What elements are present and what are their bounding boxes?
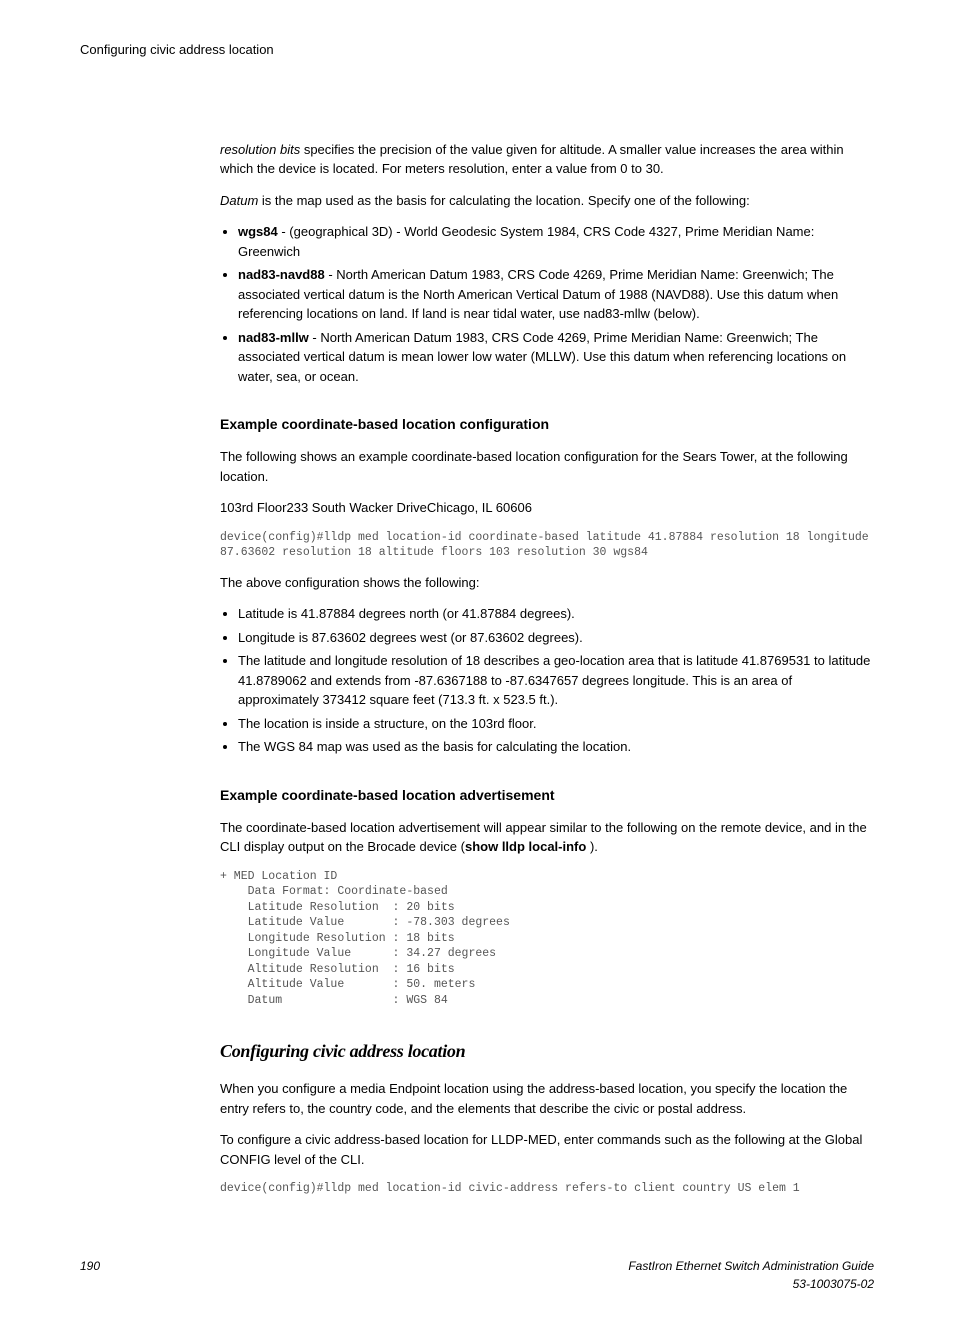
paragraph-resolution-bits: resolution bits specifies the precision … [220,140,874,179]
paragraph: The coordinate-based location advertisem… [220,818,874,857]
list-item: Latitude is 41.87884 degrees north (or 4… [238,604,874,624]
bullet-bold: nad83-navd88 [238,267,325,282]
list-item: wgs84 - (geographical 3D) - World Geodes… [238,222,874,261]
paragraph: The following shows an example coordinat… [220,447,874,486]
page-footer: 190 FastIron Ethernet Switch Administrat… [80,1257,874,1293]
list-item: Longitude is 87.63602 degrees west (or 8… [238,628,874,648]
term-resolution-bits: resolution bits [220,142,300,157]
page-number: 190 [80,1257,100,1293]
datum-list: wgs84 - (geographical 3D) - World Geodes… [220,222,874,386]
doc-title: FastIron Ethernet Switch Administration … [628,1257,874,1275]
list-item: The location is inside a structure, on t… [238,714,874,734]
code-block-civic: device(config)#lldp med location-id civi… [220,1181,874,1197]
paragraph: The above configuration shows the follow… [220,573,874,593]
section-heading-civic: Configuring civic address location [220,1038,874,1065]
paragraph: When you configure a media Endpoint loca… [220,1079,874,1118]
page-header: Configuring civic address location [80,40,874,60]
bullet-bold: nad83-mllw [238,330,309,345]
paragraph-datum: Datum is the map used as the basis for c… [220,191,874,211]
code-block-output: + MED Location ID Data Format: Coordinat… [220,869,874,1009]
footer-right: FastIron Ethernet Switch Administration … [628,1257,874,1293]
bullet-text: - North American Datum 1983, CRS Code 42… [238,330,846,384]
subheading-example-advert: Example coordinate-based location advert… [220,785,874,806]
text: specifies the precision of the value giv… [220,142,844,177]
list-item: The WGS 84 map was used as the basis for… [238,737,874,757]
paragraph-address: 103rd Floor233 South Wacker DriveChicago… [220,498,874,518]
bullet-text: - North American Datum 1983, CRS Code 42… [238,267,838,321]
list-item: nad83-navd88 - North American Datum 1983… [238,265,874,324]
text: is the map used as the basis for calcula… [258,193,749,208]
doc-number: 53-1003075-02 [628,1275,874,1293]
list-item: nad83-mllw - North American Datum 1983, … [238,328,874,387]
command-bold: show lldp local-info [465,839,586,854]
paragraph: To configure a civic address-based locat… [220,1130,874,1169]
page-content: resolution bits specifies the precision … [220,140,874,1197]
config-result-list: Latitude is 41.87884 degrees north (or 4… [220,604,874,757]
text: ). [586,839,598,854]
code-block-config: device(config)#lldp med location-id coor… [220,530,874,561]
term-datum: Datum [220,193,258,208]
bullet-bold: wgs84 [238,224,278,239]
bullet-text: - (geographical 3D) - World Geodesic Sys… [238,224,814,259]
subheading-example-config: Example coordinate-based location config… [220,414,874,435]
list-item: The latitude and longitude resolution of… [238,651,874,710]
